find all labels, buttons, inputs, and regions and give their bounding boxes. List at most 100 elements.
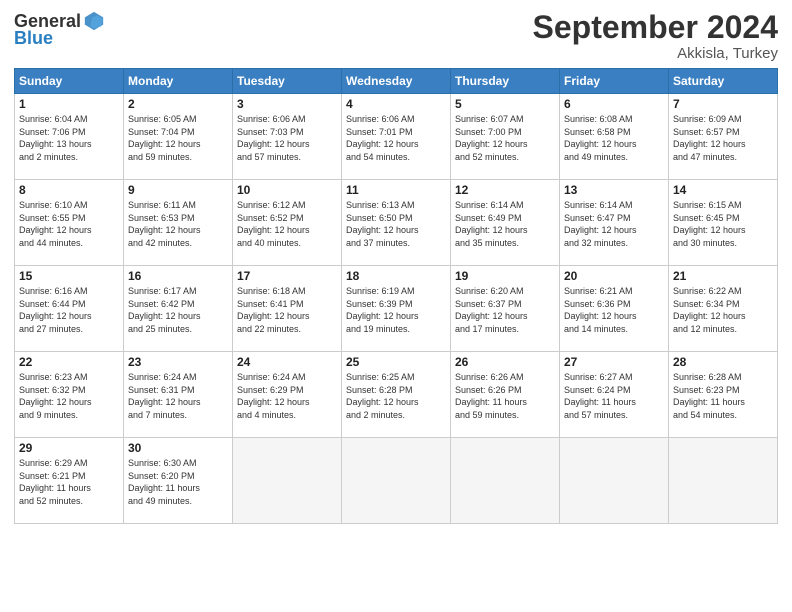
cell-content: Sunrise: 6:24 AMSunset: 6:31 PMDaylight:… [128, 371, 228, 421]
calendar-cell: 16 Sunrise: 6:17 AMSunset: 6:42 PMDayligh… [124, 266, 233, 352]
day-number: 2 [128, 97, 228, 111]
cell-content: Sunrise: 6:11 AMSunset: 6:53 PMDaylight:… [128, 199, 228, 249]
day-header-friday: Friday [560, 69, 669, 94]
location: Akkisla, Turkey [533, 45, 778, 62]
calendar-cell [669, 438, 778, 524]
calendar-cell: 4 Sunrise: 6:06 AMSunset: 7:01 PMDaylight… [342, 94, 451, 180]
month-title: September 2024 [533, 10, 778, 45]
day-number: 11 [346, 183, 446, 197]
calendar-cell: 13 Sunrise: 6:14 AMSunset: 6:47 PMDayligh… [560, 180, 669, 266]
calendar-cell: 19Sunrise: 6:20 AMSunset: 6:37 PMDayligh… [451, 266, 560, 352]
cell-content: Sunrise: 6:19 AMSunset: 6:39 PMDaylight:… [346, 285, 446, 335]
calendar-cell [560, 438, 669, 524]
calendar-cell: 14 Sunrise: 6:15 AMSunset: 6:45 PMDayligh… [669, 180, 778, 266]
calendar-cell: 22 Sunrise: 6:23 AMSunset: 6:32 PMDayligh… [15, 352, 124, 438]
day-number: 29 [19, 441, 119, 455]
day-number: 27 [564, 355, 664, 369]
calendar-cell: 3 Sunrise: 6:06 AMSunset: 7:03 PMDaylight… [233, 94, 342, 180]
day-number: 20 [564, 269, 664, 283]
logo-icon [83, 10, 105, 32]
calendar-cell: 2 Sunrise: 6:05 AMSunset: 7:04 PMDaylight… [124, 94, 233, 180]
logo-blue: Blue [14, 28, 53, 49]
cell-content: Sunrise: 6:29 AMSunset: 6:21 PMDaylight:… [19, 457, 119, 507]
cell-content: Sunrise: 6:20 AMSunset: 6:37 PMDaylight:… [455, 285, 555, 335]
day-number: 9 [128, 183, 228, 197]
day-number: 22 [19, 355, 119, 369]
calendar: SundayMondayTuesdayWednesdayThursdayFrid… [14, 68, 778, 524]
calendar-cell [233, 438, 342, 524]
calendar-cell: 10 Sunrise: 6:12 AMSunset: 6:52 PMDayligh… [233, 180, 342, 266]
calendar-cell [451, 438, 560, 524]
day-number: 28 [673, 355, 773, 369]
cell-content: Sunrise: 6:05 AMSunset: 7:04 PMDaylight:… [128, 113, 228, 163]
day-number: 14 [673, 183, 773, 197]
cell-content: Sunrise: 6:07 AMSunset: 7:00 PMDaylight:… [455, 113, 555, 163]
cell-content: Sunrise: 6:17 AMSunset: 6:42 PMDaylight:… [128, 285, 228, 335]
day-number: 5 [455, 97, 555, 111]
calendar-cell: 1Sunrise: 6:04 AMSunset: 7:06 PMDaylight… [15, 94, 124, 180]
cell-content: Sunrise: 6:13 AMSunset: 6:50 PMDaylight:… [346, 199, 446, 249]
calendar-cell: 25Sunrise: 6:25 AMSunset: 6:28 PMDayligh… [342, 352, 451, 438]
calendar-cell: 24Sunrise: 6:24 AMSunset: 6:29 PMDayligh… [233, 352, 342, 438]
cell-content: Sunrise: 6:14 AMSunset: 6:47 PMDaylight:… [564, 199, 664, 249]
page: General Blue September 2024 Akkisla, Tur… [0, 0, 792, 612]
calendar-cell: 6Sunrise: 6:08 AMSunset: 6:58 PMDaylight… [560, 94, 669, 180]
cell-content: Sunrise: 6:22 AMSunset: 6:34 PMDaylight:… [673, 285, 773, 335]
day-number: 3 [237, 97, 337, 111]
calendar-cell: 23 Sunrise: 6:24 AMSunset: 6:31 PMDayligh… [124, 352, 233, 438]
day-header-sunday: Sunday [15, 69, 124, 94]
day-number: 13 [564, 183, 664, 197]
calendar-header-row: SundayMondayTuesdayWednesdayThursdayFrid… [15, 69, 778, 94]
cell-content: Sunrise: 6:06 AMSunset: 7:03 PMDaylight:… [237, 113, 337, 163]
cell-content: Sunrise: 6:21 AMSunset: 6:36 PMDaylight:… [564, 285, 664, 335]
day-number: 4 [346, 97, 446, 111]
calendar-cell: 30 Sunrise: 6:30 AMSunset: 6:20 PMDayligh… [124, 438, 233, 524]
day-number: 12 [455, 183, 555, 197]
week-row-3: 22 Sunrise: 6:23 AMSunset: 6:32 PMDayligh… [15, 352, 778, 438]
cell-content: Sunrise: 6:15 AMSunset: 6:45 PMDaylight:… [673, 199, 773, 249]
cell-content: Sunrise: 6:23 AMSunset: 6:32 PMDaylight:… [19, 371, 119, 421]
day-number: 10 [237, 183, 337, 197]
day-number: 8 [19, 183, 119, 197]
logo: General Blue [14, 10, 105, 49]
cell-content: Sunrise: 6:28 AMSunset: 6:23 PMDaylight:… [673, 371, 773, 421]
cell-content: Sunrise: 6:10 AMSunset: 6:55 PMDaylight:… [19, 199, 119, 249]
calendar-cell: 17 Sunrise: 6:18 AMSunset: 6:41 PMDayligh… [233, 266, 342, 352]
week-row-2: 15 Sunrise: 6:16 AMSunset: 6:44 PMDayligh… [15, 266, 778, 352]
calendar-cell: 8 Sunrise: 6:10 AMSunset: 6:55 PMDaylight… [15, 180, 124, 266]
day-number: 18 [346, 269, 446, 283]
day-number: 30 [128, 441, 228, 455]
day-number: 16 [128, 269, 228, 283]
day-number: 24 [237, 355, 337, 369]
cell-content: Sunrise: 6:30 AMSunset: 6:20 PMDaylight:… [128, 457, 228, 507]
calendar-cell [342, 438, 451, 524]
cell-content: Sunrise: 6:12 AMSunset: 6:52 PMDaylight:… [237, 199, 337, 249]
cell-content: Sunrise: 6:27 AMSunset: 6:24 PMDaylight:… [564, 371, 664, 421]
calendar-cell: 20 Sunrise: 6:21 AMSunset: 6:36 PMDayligh… [560, 266, 669, 352]
cell-content: Sunrise: 6:08 AMSunset: 6:58 PMDaylight:… [564, 113, 664, 163]
calendar-cell: 18 Sunrise: 6:19 AMSunset: 6:39 PMDayligh… [342, 266, 451, 352]
day-number: 1 [19, 97, 119, 111]
header: General Blue September 2024 Akkisla, Tur… [14, 10, 778, 62]
day-header-saturday: Saturday [669, 69, 778, 94]
cell-content: Sunrise: 6:16 AMSunset: 6:44 PMDaylight:… [19, 285, 119, 335]
day-number: 23 [128, 355, 228, 369]
calendar-cell: 28 Sunrise: 6:28 AMSunset: 6:23 PMDayligh… [669, 352, 778, 438]
day-number: 7 [673, 97, 773, 111]
calendar-cell: 9 Sunrise: 6:11 AMSunset: 6:53 PMDaylight… [124, 180, 233, 266]
day-number: 15 [19, 269, 119, 283]
calendar-cell: 5 Sunrise: 6:07 AMSunset: 7:00 PMDaylight… [451, 94, 560, 180]
week-row-4: 29 Sunrise: 6:29 AMSunset: 6:21 PMDayligh… [15, 438, 778, 524]
week-row-1: 8 Sunrise: 6:10 AMSunset: 6:55 PMDaylight… [15, 180, 778, 266]
day-number: 17 [237, 269, 337, 283]
calendar-cell: 26Sunrise: 6:26 AMSunset: 6:26 PMDayligh… [451, 352, 560, 438]
cell-content: Sunrise: 6:06 AMSunset: 7:01 PMDaylight:… [346, 113, 446, 163]
day-number: 26 [455, 355, 555, 369]
day-header-tuesday: Tuesday [233, 69, 342, 94]
calendar-cell: 15 Sunrise: 6:16 AMSunset: 6:44 PMDayligh… [15, 266, 124, 352]
day-header-thursday: Thursday [451, 69, 560, 94]
calendar-cell: 12Sunrise: 6:14 AMSunset: 6:49 PMDayligh… [451, 180, 560, 266]
cell-content: Sunrise: 6:09 AMSunset: 6:57 PMDaylight:… [673, 113, 773, 163]
calendar-cell: 29 Sunrise: 6:29 AMSunset: 6:21 PMDayligh… [15, 438, 124, 524]
cell-content: Sunrise: 6:18 AMSunset: 6:41 PMDaylight:… [237, 285, 337, 335]
